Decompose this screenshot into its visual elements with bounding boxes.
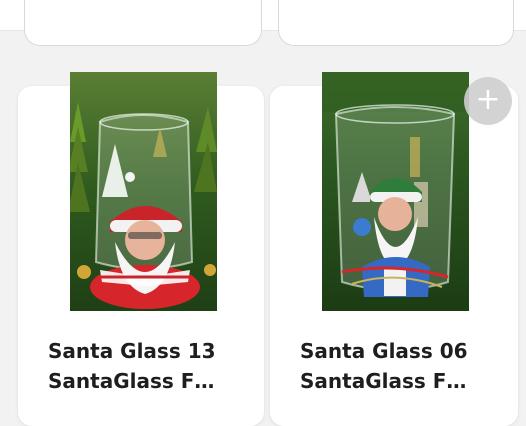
previous-card-right[interactable]	[278, 0, 514, 46]
product-image[interactable]	[70, 72, 217, 311]
product-title[interactable]: Santa Glass 13	[48, 336, 258, 366]
product-subtitle: SantaGlass F…	[300, 369, 467, 393]
product-image[interactable]	[322, 72, 469, 311]
plus-icon: +	[475, 81, 501, 117]
previous-card-left[interactable]	[24, 0, 262, 46]
product-title[interactable]: Santa Glass 06	[300, 336, 510, 366]
product-subtitle: SantaGlass F…	[48, 369, 215, 393]
add-to-cart-button[interactable]: +	[464, 77, 512, 125]
